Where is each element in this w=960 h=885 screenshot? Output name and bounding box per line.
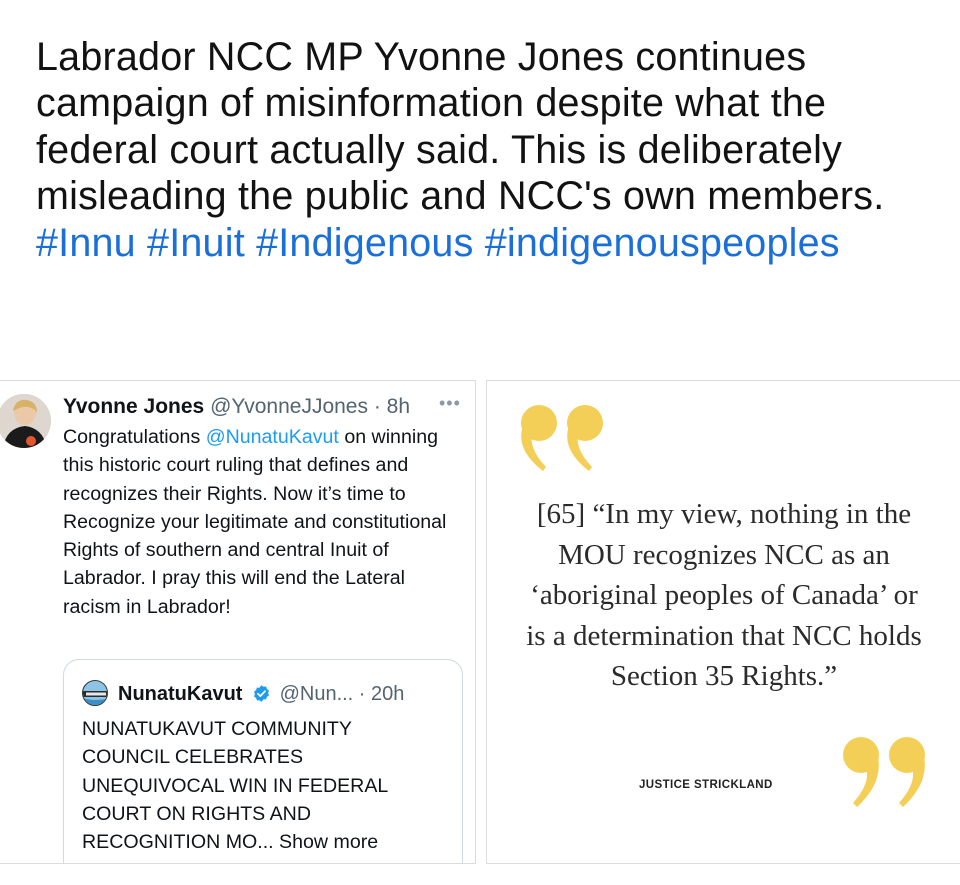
verified-badge-icon	[254, 685, 269, 702]
mention-link[interactable]: @NunatuKavut	[206, 426, 339, 448]
quoted-tweet-time[interactable]: 20h	[371, 683, 404, 705]
tweet-text: Congratulations @NunatuKavut on winning …	[63, 423, 463, 621]
quoted-tweet-text: NUNATUKAVUT COMMUNITY COUNCIL CELEBRATES…	[82, 715, 432, 856]
tweet-time[interactable]: 8h	[387, 395, 410, 418]
close-quote-icon	[843, 737, 925, 807]
tweet-header: Yvonne Jones @YvonneJJones · 8h	[63, 394, 410, 420]
open-quote-icon	[521, 405, 603, 471]
hashtag-innu[interactable]: #Innu	[36, 221, 136, 265]
quoted-tweet[interactable]: NunatuKavut @Nun... · 20h NUNATUKAVUT CO…	[63, 659, 463, 863]
quote-attribution: JUSTICE STRICKLAND	[639, 779, 773, 791]
quote-image: [65] “In my view, nothing in the MOU rec…	[486, 380, 960, 864]
author-name[interactable]: Yvonne Jones	[63, 395, 204, 418]
quoted-separator-dot: ·	[353, 683, 372, 705]
post-text: Labrador NCC MP Yvonne Jones continues c…	[36, 34, 936, 266]
author-handle[interactable]: @YvonneJJones	[210, 395, 368, 418]
more-horizontal-icon[interactable]: •••	[439, 393, 461, 414]
tweet-screenshot[interactable]: Yvonne Jones @YvonneJJones · 8h ••• Cong…	[0, 380, 476, 864]
quoted-author-name[interactable]: NunatuKavut	[118, 683, 242, 705]
hashtag-indigenous[interactable]: #Indigenous	[256, 221, 473, 265]
tweet-text-suffix: on winning this historic court ruling th…	[63, 426, 447, 618]
show-more-link[interactable]: Show more	[279, 831, 378, 853]
avatar[interactable]	[0, 394, 51, 448]
tweet-text-prefix: Congratulations	[63, 426, 206, 448]
quoted-avatar[interactable]	[82, 680, 108, 706]
post-body: Labrador NCC MP Yvonne Jones continues c…	[36, 35, 885, 219]
legal-quote: [65] “In my view, nothing in the MOU rec…	[526, 498, 922, 692]
separator-dot: ·	[367, 395, 387, 418]
hashtag-inuit[interactable]: #Inuit	[147, 221, 245, 265]
quoted-header: NunatuKavut @Nun... · 20h	[118, 681, 404, 707]
quoted-author-handle[interactable]: @Nun...	[280, 683, 354, 705]
hashtag-indigenouspeoples[interactable]: #indigenouspeoples	[485, 221, 840, 265]
